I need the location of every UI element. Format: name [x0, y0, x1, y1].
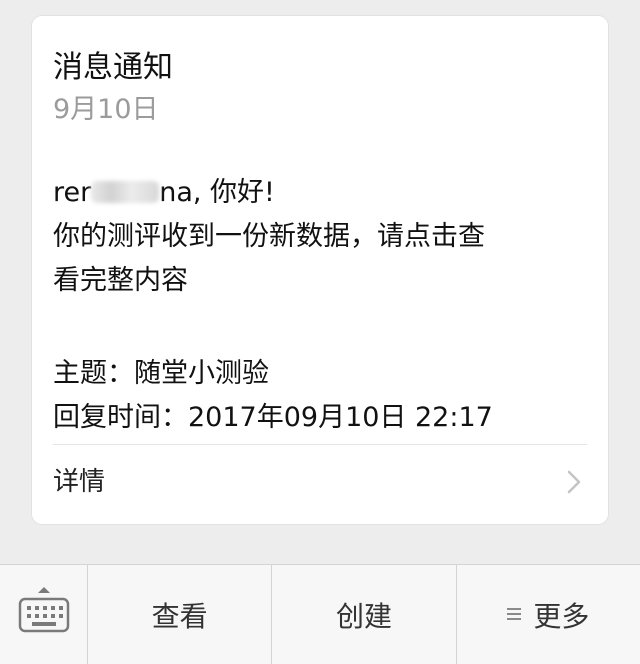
- keyboard-toggle-button[interactable]: [0, 565, 88, 664]
- card-date: 9月10日: [53, 94, 159, 125]
- create-menu-button[interactable]: 创建: [271, 565, 455, 664]
- topic-line: 主题：随堂小测验: [53, 358, 269, 389]
- greeting-suffix: na, 你好!: [159, 177, 275, 208]
- view-menu-button[interactable]: 查看: [88, 565, 271, 664]
- details-row[interactable]: 详情: [32, 445, 608, 524]
- message-body: rer na, 你好! 你的测评收到一份新数据，请点击查 看完整内容: [53, 171, 573, 303]
- details-label: 详情: [53, 467, 106, 497]
- keyboard-icon: [18, 587, 70, 633]
- greeting-prefix: rer: [53, 177, 92, 208]
- more-menu-label: 更多: [533, 599, 590, 633]
- redacted-name: [91, 181, 160, 203]
- greeting-line: rer na, 你好!: [53, 171, 573, 215]
- bottom-menu-bar: 查看 创建 更多: [0, 564, 640, 664]
- message-line-2: 看完整内容: [53, 265, 188, 296]
- message-card: 消息通知 9月10日 rer na, 你好! 你的测评收到一份新数据，请点击查 看…: [32, 16, 608, 524]
- chevron-right-icon: [567, 470, 581, 494]
- message-line-1: 你的测评收到一份新数据，请点击查: [53, 221, 485, 252]
- create-menu-label: 创建: [335, 599, 392, 633]
- reply-time-line: 回复时间：2017年09月10日 22:17: [53, 402, 493, 433]
- more-menu-button[interactable]: 更多: [455, 565, 640, 664]
- view-menu-label: 查看: [151, 599, 208, 633]
- card-title: 消息通知: [53, 50, 173, 85]
- menu-lines-icon: [507, 607, 522, 620]
- message-meta: 主题：随堂小测验 回复时间：2017年09月10日 22:17: [53, 352, 493, 440]
